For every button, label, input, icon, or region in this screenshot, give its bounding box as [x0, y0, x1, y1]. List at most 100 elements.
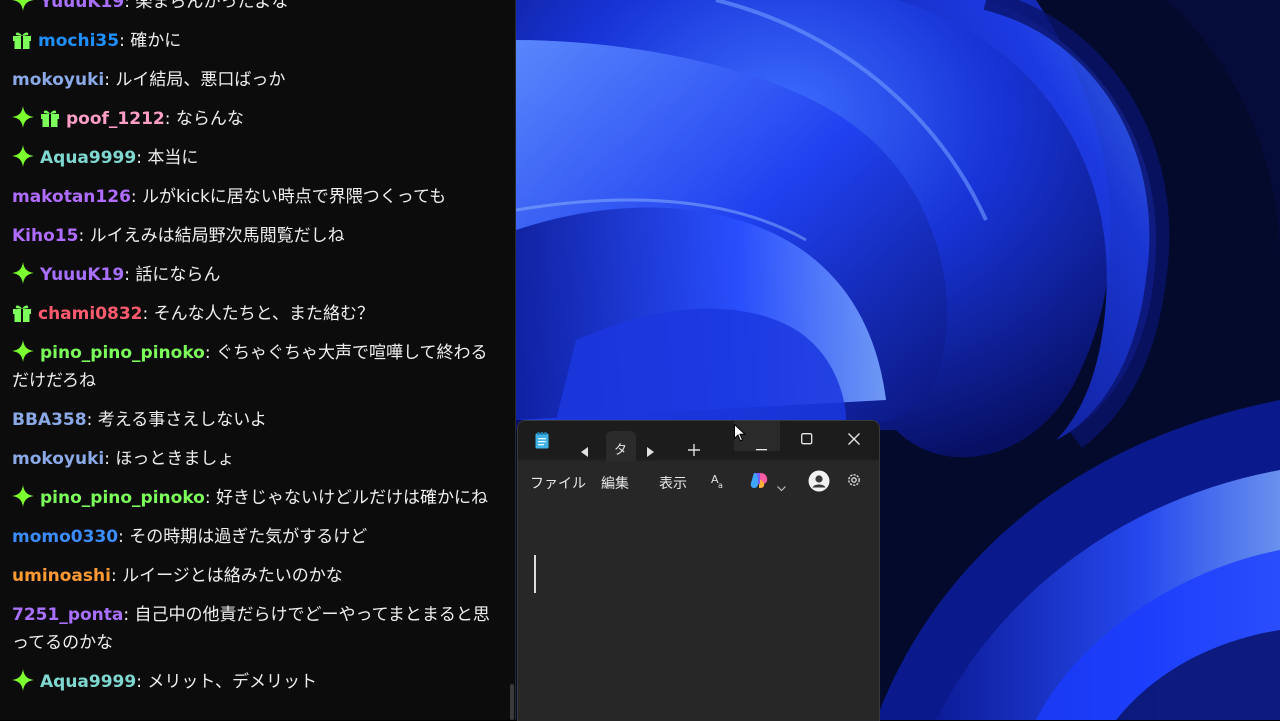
spark-badge-icon [12, 145, 34, 167]
chat-username[interactable]: YuuuK19 [40, 265, 124, 285]
chat-username[interactable]: chami0832 [38, 304, 143, 324]
chat-message-text: ならんな [175, 109, 244, 129]
notepad-window[interactable]: タイ ファイル 編集 表示 Aa [517, 420, 880, 721]
chat-username[interactable]: makotan126 [12, 187, 131, 207]
chat-message-text: その時期は過ぎた気がするけど [129, 527, 368, 547]
chat-username[interactable]: mochi35 [38, 31, 119, 51]
close-icon[interactable] [848, 430, 860, 449]
menu-view[interactable]: 表示 [659, 473, 687, 493]
menu-edit[interactable]: 編集 [601, 473, 629, 493]
plus-icon[interactable] [688, 441, 700, 460]
chat-message-text: 考える事さえしないよ [97, 410, 267, 430]
spark-badge-icon [12, 340, 34, 362]
chat-separator: : [104, 70, 116, 90]
notepad-menu-bar: ファイル 編集 表示 Aa [518, 461, 879, 503]
chat-panel: YuuuK19: 楽まらんかったよな mochi35: 確かに mokoyuki: … [0, 0, 516, 720]
spark-badge-icon [12, 0, 34, 11]
chat-separator: : [124, 265, 136, 285]
chat-separator: : [104, 449, 116, 469]
chat-message: mokoyuki: ルイ結局、悪口ばっか [0, 66, 516, 94]
chat-message-text: 好きじゃないけどルだけは確かにね [216, 488, 489, 508]
chat-username[interactable]: mokoyuki [12, 70, 104, 90]
mouse-pointer-icon [734, 423, 747, 446]
gift-badge-icon [12, 30, 32, 50]
chat-message-text: ルがkickに居ない時点で界隈つくっても [142, 187, 447, 207]
chat-separator: : [119, 31, 131, 51]
chat-message-text: 楽まらんかったよな [135, 0, 289, 12]
notepad-title-bar[interactable]: タイ [518, 421, 879, 477]
chat-message: mokoyuki: ほっときましょ [0, 445, 516, 473]
chat-message: YuuuK19: 話にならん [0, 261, 516, 289]
chat-separator: : [118, 527, 130, 547]
chat-separator: : [204, 343, 217, 363]
chat-username[interactable]: Aqua9999 [40, 148, 136, 168]
chat-separator: : [130, 187, 143, 207]
spark-badge-icon [12, 106, 34, 128]
chat-username[interactable]: uminoashi [12, 566, 111, 586]
chat-username[interactable]: Kiho15 [12, 226, 78, 246]
gear-icon[interactable] [846, 472, 862, 492]
text-format-icon[interactable]: Aa [711, 472, 727, 493]
notepad-text-area[interactable] [518, 503, 879, 721]
chat-message: pino_pino_pinoko: ぐちゃぐちゃ大声で喧嘩して終わるだけだろね [0, 339, 516, 395]
chat-message-text: ルイえみは結局野次馬閲覧だしね [89, 226, 345, 246]
menu-file[interactable]: ファイル [530, 473, 586, 493]
maximize-icon[interactable] [801, 430, 813, 449]
chat-username[interactable]: pino_pino_pinoko [40, 343, 205, 363]
chat-message: mochi35: 確かに [0, 27, 516, 55]
spark-badge-icon [12, 262, 34, 284]
chat-message: poof_1212: ならんな [0, 105, 516, 133]
chat-message-text: 本当に [147, 148, 199, 168]
notepad-icon [535, 432, 549, 453]
chat-message-text: メリット、デメリット [147, 672, 318, 692]
chat-username[interactable]: BBA358 [12, 410, 87, 430]
chat-username[interactable]: 7251_ponta [12, 605, 123, 625]
chat-message-text: 確かに [130, 31, 182, 51]
chat-separator: : [136, 148, 148, 168]
chat-separator: : [78, 226, 90, 246]
chat-message: uminoashi: ルイージとは絡みたいのかな [0, 562, 516, 590]
chat-separator: : [86, 410, 98, 430]
chat-message: Aqua9999: 本当に [0, 144, 516, 172]
chat-username[interactable]: pino_pino_pinoko [40, 488, 205, 508]
chat-separator: : [110, 566, 123, 586]
chat-username[interactable]: YuuuK19 [40, 0, 124, 12]
chevron-down-icon[interactable] [777, 477, 786, 496]
chat-message-text: そんな人たちと、また絡む？ [153, 304, 374, 324]
chat-username[interactable]: momo0330 [12, 527, 118, 547]
chat-message: YuuuK19: 楽まらんかったよな [0, 0, 516, 16]
chat-message-list: YuuuK19: 楽まらんかったよな mochi35: 確かに mokoyuki: … [0, 0, 516, 707]
chat-username[interactable]: mokoyuki [12, 449, 104, 469]
chevron-left-icon[interactable] [581, 442, 589, 461]
chat-separator: : [142, 304, 154, 324]
chat-message: BBA358: 考える事さえしないよ [0, 406, 516, 434]
chevron-right-icon[interactable] [646, 442, 654, 461]
gift-badge-icon [12, 303, 32, 323]
chat-separator: : [164, 109, 176, 129]
chat-message: momo0330: その時期は過ぎた気がするけど [0, 523, 516, 551]
chat-username[interactable]: Aqua9999 [40, 672, 136, 692]
text-cursor [534, 555, 536, 593]
chat-separator: : [204, 488, 217, 508]
chat-message-text: ルイージとは絡みたいのかな [122, 566, 343, 586]
account-icon[interactable] [808, 470, 830, 496]
minimize-icon[interactable] [756, 436, 768, 455]
chat-message: makotan126: ルがkickに居ない時点で界隈つくっても [0, 183, 516, 211]
spark-badge-icon [12, 669, 34, 691]
chat-message: 7251_ponta: 自己中の他責だらけでどーやってまとまると思ってるのかな [0, 601, 516, 657]
chat-separator: : [123, 605, 135, 625]
chat-username[interactable]: poof_1212 [66, 109, 165, 129]
spark-badge-icon [12, 485, 34, 507]
chat-message: Aqua9999: メリット、デメリット [0, 668, 516, 696]
chat-separator: : [136, 672, 148, 692]
chat-separator: : [124, 0, 136, 12]
chat-message-text: ルイ結局、悪口ばっか [115, 70, 286, 90]
chat-message: pino_pino_pinoko: 好きじゃないけどルだけは確かにね [0, 484, 516, 512]
chat-message: Kiho15: ルイえみは結局野次馬閲覧だしね [0, 222, 516, 250]
chat-message: chami0832: そんな人たちと、また絡む？ [0, 300, 516, 328]
copilot-icon[interactable] [750, 472, 768, 493]
svg-text:a: a [718, 481, 723, 489]
chat-message-text: ほっときましょ [115, 449, 235, 469]
gift-badge-icon [40, 108, 60, 128]
chat-scrollbar[interactable] [510, 684, 514, 720]
